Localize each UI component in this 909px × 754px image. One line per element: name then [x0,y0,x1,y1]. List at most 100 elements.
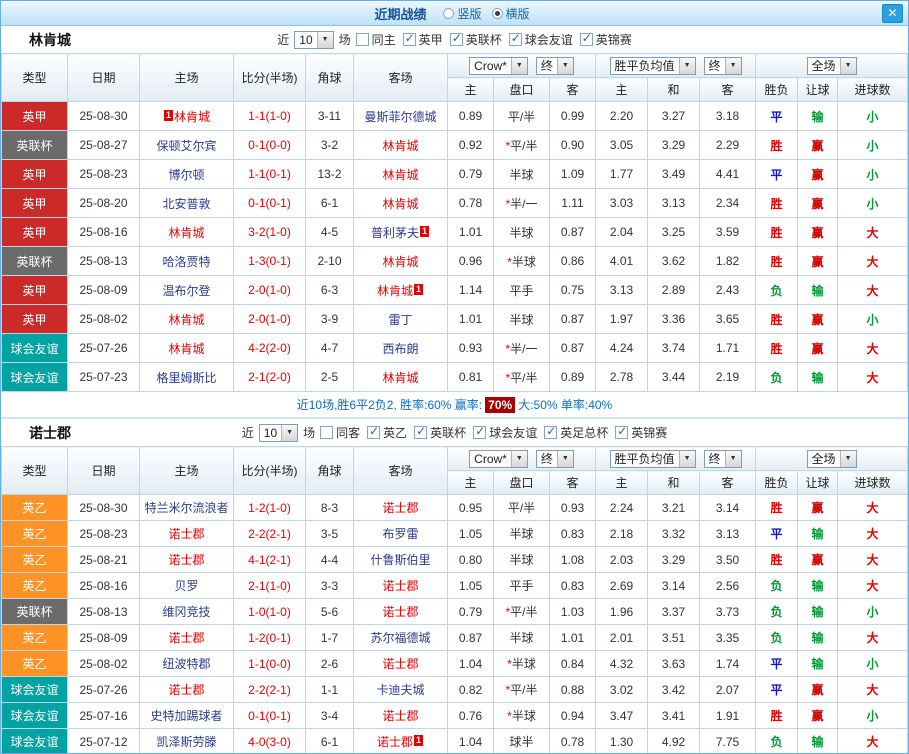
team-link[interactable]: 诺士郡 [168,553,204,567]
asian-away-odds: 1.03 [550,599,596,625]
col-header-type: 类型 [2,54,68,102]
handicap-result: 赢 [798,677,838,703]
team-link[interactable]: 诺士郡 [382,579,418,593]
league-filter-checkbox[interactable]: 球会友谊 [509,31,573,48]
venue-filter-checkbox[interactable]: 同主 [356,31,396,48]
handicap-result: 赢 [798,547,838,573]
asian-home-odds: 0.93 [448,334,494,363]
team-link[interactable]: 曼斯菲尔德城 [364,110,436,124]
sub-header-wdl: 胜负 [756,471,798,495]
team-link[interactable]: 布罗雷 [382,527,418,541]
sub-header-handicap-result: 让球 [798,471,838,495]
team-link[interactable]: 哈洛贾特 [162,255,210,269]
league-filter-checkbox[interactable]: 英锦赛 [580,31,632,48]
chevron-down-icon: ▼ [725,58,741,74]
match-score: 1-1(0-0) [234,651,306,677]
league-type: 球会友谊 [2,334,68,363]
team-link[interactable]: 苏尔福德城 [370,631,430,645]
team-link[interactable]: 林肯城 [382,255,418,269]
team-link[interactable]: 林肯城 [168,226,204,240]
handicap-result: 赢 [798,160,838,189]
team-link[interactable]: 史特加踢球者 [150,709,222,723]
team-link[interactable]: 林肯城 [382,168,418,182]
team-link[interactable]: 温布尔登 [162,284,210,298]
goals-result: 小 [838,599,908,625]
match-count-select[interactable]: 10 ▼ [259,424,298,442]
team-link[interactable]: 诺士郡 [168,631,204,645]
match-count-select[interactable]: 10 ▼ [294,31,333,49]
odds-time-select[interactable]: 终▼ [704,450,742,468]
euro-away-odds: 2.07 [700,677,756,703]
team-link[interactable]: 诺士郡1 [377,735,424,749]
odds-time-select[interactable]: 终▼ [536,57,574,75]
goals-result: 大 [838,573,908,599]
team-link[interactable]: 雷丁 [388,313,412,327]
team-link[interactable]: 诺士郡 [168,683,204,697]
league-filter-checkbox[interactable]: 英足总杯 [544,424,608,441]
match-date: 25-08-16 [68,573,140,599]
euro-home-odds: 4.32 [596,651,648,677]
team-link[interactable]: 诺士郡 [382,501,418,515]
goals-result: 大 [838,625,908,651]
team-link[interactable]: 普利茅夫1 [371,226,430,240]
team-link[interactable]: 诺士郡 [382,657,418,671]
corner-count: 6-1 [306,729,354,754]
team-link[interactable]: 特兰米尔流浪者 [144,501,228,515]
home-team-cell: 诺士郡 [140,521,234,547]
euro-away-odds: 1.71 [700,334,756,363]
league-filter-checkbox[interactable]: 英联杯 [414,424,466,441]
bookmaker-select[interactable]: Crow*▼ [469,57,528,75]
close-button[interactable]: ✕ [882,4,903,23]
league-filter-checkbox[interactable]: 英甲 [403,31,443,48]
team-link[interactable]: 林肯城 [382,139,418,153]
wdl-average-select[interactable]: 胜平负均值▼ [610,450,696,468]
team-name: 诺士郡 [29,423,71,443]
filter-label: 英联杯 [466,31,502,48]
team-link[interactable]: 诺士郡 [382,709,418,723]
team-link[interactable]: 格里姆斯比 [156,371,216,385]
layout-radio-horizontal[interactable]: 横版 [492,5,530,22]
team-link[interactable]: 林肯城1 [377,284,424,298]
team-link[interactable]: 维冈竞技 [162,605,210,619]
odds-time-select[interactable]: 终▼ [704,57,742,75]
league-filters: 同主英甲 英联杯球会友谊英锦赛 [356,31,632,48]
team-link[interactable]: 诺士郡 [382,605,418,619]
wdl-average-select[interactable]: 胜平负均值▼ [610,57,696,75]
league-filter-checkbox[interactable]: 英乙 [367,424,407,441]
league-filter-checkbox[interactable]: 英锦赛 [615,424,667,441]
euro-home-odds: 2.69 [596,573,648,599]
venue-filter-checkbox[interactable]: 同客 [320,424,360,441]
team-link[interactable]: 保顿艾尔宾 [156,139,216,153]
chevron-down-icon: ▼ [840,451,856,467]
match-score: 0-1(0-1) [234,703,306,729]
checkbox-icon [509,33,522,46]
team-link[interactable]: 凯泽斯劳滕 [156,735,216,749]
league-filter-checkbox[interactable]: 球会友谊 [473,424,537,441]
team-link[interactable]: 林肯城 [168,313,204,327]
bookmaker-select[interactable]: Crow*▼ [469,450,528,468]
team-link[interactable]: 博尔顿 [168,168,204,182]
handicap-result: 输 [798,625,838,651]
wdl-result: 胜 [756,547,798,573]
team-link[interactable]: 诺士郡 [168,527,204,541]
window-title: 近期战绩 [374,4,426,23]
team-link[interactable]: 北安普敦 [162,197,210,211]
match-row: 英联杯25-08-13维冈竞技1-0(1-0)5-6诺士郡0.79*平/半1.0… [2,599,908,625]
team-link[interactable]: 卡迪夫城 [376,683,424,697]
league-type: 球会友谊 [2,703,68,729]
team-link[interactable]: 西布朗 [382,342,418,356]
odds-time-select[interactable]: 终▼ [536,450,574,468]
team-link[interactable]: 什鲁斯伯里 [370,553,430,567]
team-link[interactable]: 1林肯城 [163,110,210,124]
filter-bar: 近 10 ▼ 场 同主英甲英联杯球会友谊英锦赛 [277,31,631,49]
league-filter-checkbox[interactable]: 英联杯 [450,31,502,48]
match-count-value: 10 [260,425,281,441]
team-link[interactable]: 贝罗 [174,579,198,593]
scope-select[interactable]: 全场▼ [807,450,857,468]
team-link[interactable]: 林肯城 [168,342,204,356]
team-link[interactable]: 纽波特郡 [162,657,210,671]
scope-select[interactable]: 全场▼ [807,57,857,75]
team-link[interactable]: 林肯城 [382,197,418,211]
layout-radio-vertical[interactable]: 竖版 [443,5,481,22]
team-link[interactable]: 林肯城 [382,371,418,385]
